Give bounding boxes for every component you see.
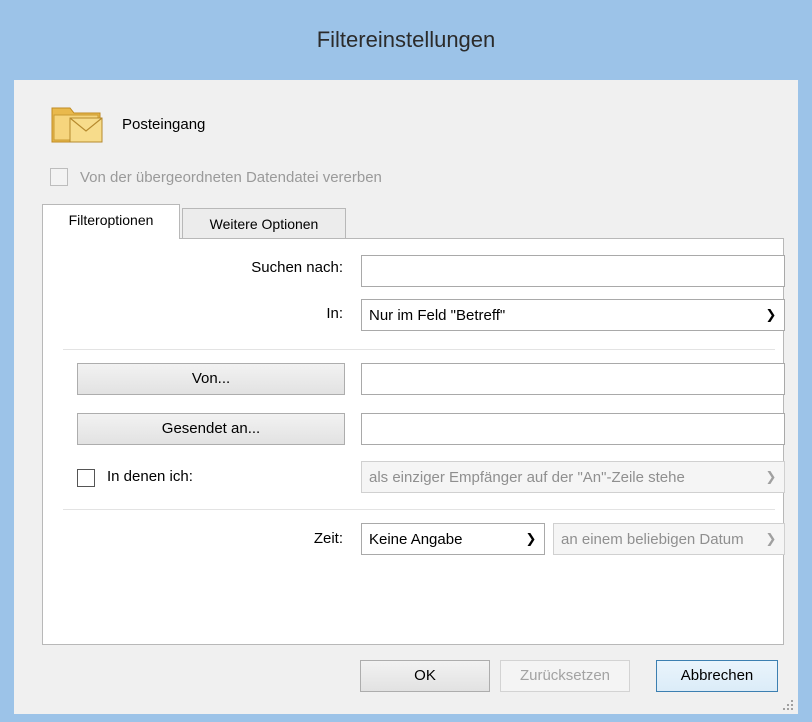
in-label: In:: [326, 305, 343, 322]
inherit-option: Von der übergeordneten Datendatei vererb…: [50, 166, 382, 188]
reset-button: Zurücksetzen: [500, 660, 630, 692]
where-i-checkbox[interactable]: [77, 469, 95, 487]
inherit-checkbox: [50, 168, 68, 186]
search-input[interactable]: [361, 255, 785, 287]
where-i-label: In denen ich:: [107, 468, 193, 485]
dialog-client-area: Posteingang Von der übergeordneten Daten…: [14, 80, 798, 714]
window-title: Filtereinstellungen: [316, 27, 496, 52]
divider: [63, 509, 775, 510]
from-button[interactable]: Von...: [77, 363, 345, 395]
sent-to-input[interactable]: [361, 413, 785, 445]
in-field-select[interactable]: Nur im Feld "Betreff" ❯: [361, 299, 785, 331]
tab-weitere-optionen[interactable]: Weitere Optionen: [182, 208, 346, 240]
folder-name: Posteingang: [122, 116, 206, 133]
divider: [63, 349, 775, 350]
filter-options-panel: Suchen nach: In: Nur im Feld "Betreff" ❯…: [42, 238, 785, 645]
cancel-button[interactable]: Abbrechen: [656, 660, 778, 692]
time-label: Zeit:: [313, 530, 343, 547]
time-range-value: an einem beliebigen Datum: [561, 530, 744, 548]
search-label: Suchen nach:: [251, 259, 343, 276]
in-field-value: Nur im Feld "Betreff": [369, 306, 506, 324]
where-i-value: als einziger Empfänger auf der "An"-Zeil…: [369, 468, 685, 486]
chevron-down-icon: ❯: [765, 469, 777, 484]
chevron-down-icon: ❯: [525, 531, 537, 546]
ok-button[interactable]: OK: [360, 660, 490, 692]
where-i-select: als einziger Empfänger auf der "An"-Zeil…: [361, 461, 785, 493]
chevron-down-icon: ❯: [765, 307, 777, 322]
tab-filteroptionen[interactable]: Filteroptionen: [42, 204, 180, 239]
time-value: Keine Angabe: [369, 530, 463, 548]
inherit-label: Von der übergeordneten Datendatei vererb…: [80, 168, 382, 186]
resize-grip-icon[interactable]: [782, 698, 794, 710]
sent-to-button[interactable]: Gesendet an...: [77, 413, 345, 445]
mail-folder-icon: [50, 102, 106, 146]
filter-settings-dialog: Filtereinstellungen Posteingang Von der …: [0, 0, 812, 722]
chevron-down-icon: ❯: [765, 531, 777, 546]
time-range-select: an einem beliebigen Datum ❯: [553, 523, 785, 555]
from-input[interactable]: [361, 363, 785, 395]
time-select[interactable]: Keine Angabe ❯: [361, 523, 545, 555]
